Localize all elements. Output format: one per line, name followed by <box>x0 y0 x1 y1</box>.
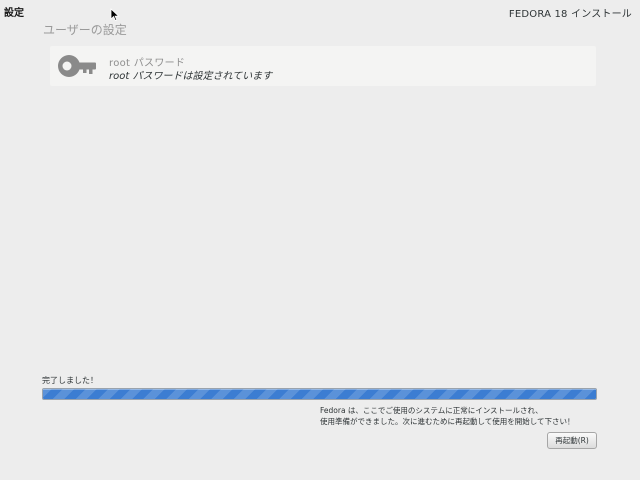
root-password-spoke[interactable]: root パスワード root パスワードは設定されています <box>50 46 596 86</box>
page-title: 設定 <box>4 8 24 19</box>
reboot-button[interactable]: 再起動(R) <box>547 432 597 449</box>
product-name: FEDORA 18 インストール <box>508 9 632 20</box>
section-title-user-settings: ユーザーの設定 <box>43 23 127 37</box>
completion-message-line: 使用準備ができました。次に進むために再起動して使用を開始して下さい！ <box>320 417 575 426</box>
progress-label: 完了しました！ <box>42 376 98 385</box>
completion-message: Fedora は、ここでご使用のシステムに正常にインストールされ、 使用準備がで… <box>320 405 610 427</box>
mouse-pointer-icon <box>110 8 120 22</box>
completion-message-line: Fedora は、ここでご使用のシステムに正常にインストールされ、 <box>320 406 543 415</box>
progress-bar-fill <box>43 389 596 399</box>
key-icon <box>58 55 96 77</box>
progress-bar <box>42 388 597 400</box>
spoke-status: root パスワードは設定されています <box>109 71 273 82</box>
